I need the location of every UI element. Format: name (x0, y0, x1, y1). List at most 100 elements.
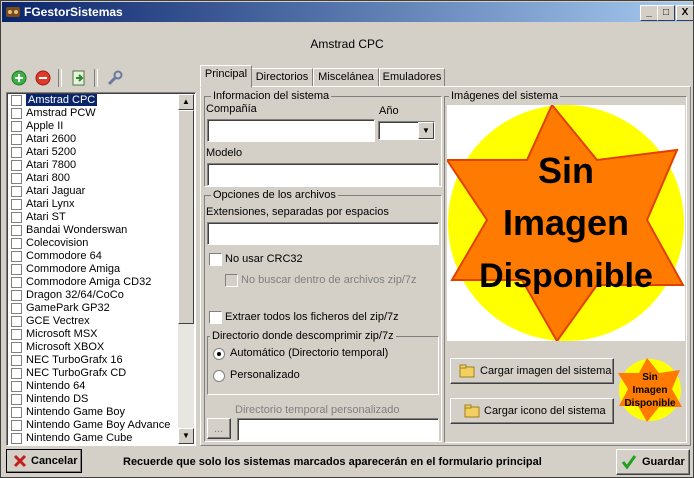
system-checkbox[interactable] (11, 108, 22, 119)
list-item[interactable]: GamePark GP32 (8, 302, 178, 315)
system-checkbox[interactable] (11, 264, 22, 275)
tab-emuladores[interactable]: Emuladores (379, 68, 445, 87)
list-item[interactable]: Bandai Wonderswan (8, 224, 178, 237)
system-label: Atari 7800 (26, 159, 77, 171)
list-item[interactable]: Amstrad CPC (8, 94, 178, 107)
year-label: Año (379, 105, 399, 117)
no-crc32-label: No usar CRC32 (225, 253, 303, 265)
system-checkbox[interactable] (11, 368, 22, 379)
list-item[interactable]: Nintendo Game Boy Advance (8, 419, 178, 432)
list-item[interactable]: Microsoft XBOX (8, 341, 178, 354)
list-scrollbar[interactable]: ▲ ▼ (178, 94, 194, 444)
list-item[interactable]: Nintendo Game Boy (8, 406, 178, 419)
load-image-button[interactable]: Cargar imagen del sistema (450, 358, 614, 384)
scroll-thumb[interactable] (178, 110, 194, 324)
system-checkbox[interactable] (11, 173, 22, 184)
save-button[interactable]: Guardar (616, 449, 690, 475)
list-item[interactable]: Atari 5200 (8, 146, 178, 159)
system-checkbox[interactable] (11, 225, 22, 236)
principal-panel: Informacion del sistema Compañía Año ▼ M… (200, 86, 691, 446)
list-item[interactable]: Atari ST (8, 211, 178, 224)
system-checkbox[interactable] (11, 186, 22, 197)
list-item[interactable]: Commodore 64 (8, 250, 178, 263)
chevron-down-icon[interactable]: ▼ (418, 122, 434, 139)
system-label: Atari 800 (26, 172, 71, 184)
system-label: Nintendo 64 (26, 380, 86, 392)
system-checkbox[interactable] (11, 316, 22, 327)
list-item[interactable]: Atari 2600 (8, 133, 178, 146)
tab-directorios[interactable]: Directorios (251, 68, 313, 87)
system-info-title: Informacion del sistema (211, 90, 332, 102)
system-label: Commodore Amiga CD32 (26, 276, 152, 288)
systems-list[interactable]: Amstrad CPC Amstrad PCW Apple II Atari 2600… (6, 92, 196, 446)
load-icon-button[interactable]: Cargar icono del sistema (450, 398, 614, 424)
system-checkbox[interactable] (11, 238, 22, 249)
window-title: FGestorSistemas (24, 5, 123, 19)
temp-dir-field[interactable] (237, 418, 439, 441)
system-label: Nintendo Game Cube (26, 432, 133, 444)
system-checkbox[interactable] (11, 199, 22, 210)
wrench-icon[interactable] (106, 69, 124, 87)
folder-icon (459, 364, 475, 378)
list-item[interactable]: Atari Lynx (8, 198, 178, 211)
custom-dir-radio[interactable] (213, 370, 225, 382)
system-checkbox[interactable] (11, 433, 22, 444)
system-checkbox[interactable] (11, 355, 22, 366)
system-checkbox[interactable] (11, 160, 22, 171)
list-item[interactable]: Apple II (8, 120, 178, 133)
company-field[interactable] (207, 119, 375, 142)
system-checkbox[interactable] (11, 277, 22, 288)
system-checkbox[interactable] (11, 147, 22, 158)
extensions-field[interactable] (207, 222, 439, 245)
system-checkbox[interactable] (11, 290, 22, 301)
list-item[interactable]: Atari Jaguar (8, 185, 178, 198)
list-item[interactable]: Nintendo 64 (8, 380, 178, 393)
list-item[interactable]: Amstrad PCW (8, 107, 178, 120)
list-item[interactable]: Commodore Amiga (8, 263, 178, 276)
system-checkbox[interactable] (11, 134, 22, 145)
close-button[interactable]: X (676, 5, 694, 21)
list-item[interactable]: Atari 800 (8, 172, 178, 185)
system-checkbox[interactable] (11, 381, 22, 392)
list-item[interactable]: Colecovision (8, 237, 178, 250)
browse-dir-button[interactable]: ... (207, 418, 231, 439)
list-item[interactable]: Microsoft MSX (8, 328, 178, 341)
tab-miscelanea[interactable]: Miscelánea (313, 68, 379, 87)
footer-message: Recuerde que solo los sistemas marcados … (123, 456, 542, 468)
system-checkbox[interactable] (11, 303, 22, 314)
model-field[interactable] (207, 163, 439, 186)
system-checkbox[interactable] (11, 329, 22, 340)
list-item[interactable]: Nintendo Game Cube (8, 432, 178, 445)
system-checkbox[interactable] (11, 251, 22, 262)
no-zip-search-checkbox[interactable] (225, 274, 238, 287)
system-checkbox[interactable] (11, 121, 22, 132)
remove-icon[interactable] (34, 69, 52, 87)
system-checkbox[interactable] (11, 95, 22, 106)
system-label: Atari 5200 (26, 146, 77, 158)
minimize-button[interactable]: _ (640, 5, 658, 21)
system-checkbox[interactable] (11, 342, 22, 353)
list-item[interactable]: GCE Vectrex (8, 315, 178, 328)
list-item[interactable]: Atari 7800 (8, 159, 178, 172)
list-item[interactable]: Nintendo DS (8, 393, 178, 406)
list-item[interactable]: NEC TurboGrafx CD (8, 367, 178, 380)
extract-all-checkbox[interactable] (209, 311, 222, 324)
maximize-button[interactable]: □ (657, 5, 675, 21)
list-item[interactable]: Commodore Amiga CD32 (8, 276, 178, 289)
system-checkbox[interactable] (11, 420, 22, 431)
tab-principal[interactable]: Principal (200, 65, 252, 88)
system-checkbox[interactable] (11, 407, 22, 418)
scroll-down-arrow[interactable]: ▼ (178, 428, 194, 444)
import-icon[interactable] (70, 69, 88, 87)
system-checkbox[interactable] (11, 212, 22, 223)
no-crc32-checkbox[interactable] (209, 253, 222, 266)
list-item[interactable]: Dragon 32/64/CoCo (8, 289, 178, 302)
cancel-button[interactable]: Cancelar (6, 449, 82, 473)
list-item[interactable]: NEC TurboGrafx 16 (8, 354, 178, 367)
header-panel: Amstrad CPC (3, 23, 691, 65)
system-checkbox[interactable] (11, 394, 22, 405)
scroll-up-arrow[interactable]: ▲ (178, 94, 194, 110)
auto-dir-radio[interactable] (213, 348, 225, 360)
add-icon[interactable] (10, 69, 28, 87)
year-select[interactable]: ▼ (378, 121, 435, 140)
